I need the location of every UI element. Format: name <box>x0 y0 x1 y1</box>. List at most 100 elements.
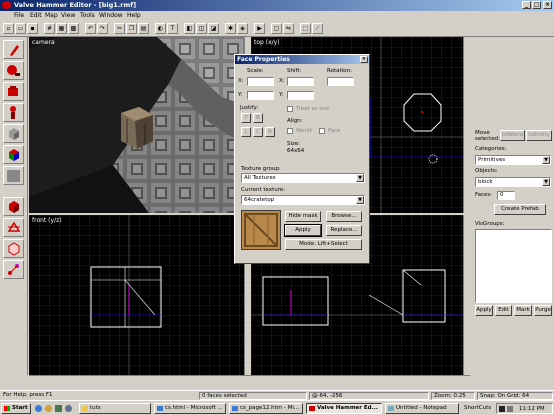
visgroups-list[interactable] <box>475 229 552 303</box>
justify-top-button[interactable]: T <box>241 113 251 123</box>
hide-mask-button[interactable]: Hide mask <box>285 211 321 222</box>
block-tool-icon[interactable] <box>3 124 24 143</box>
copy-icon[interactable]: ❐ <box>126 23 137 34</box>
folder-icon <box>82 406 88 411</box>
faces-input[interactable]: 0 <box>497 191 515 200</box>
undo-icon[interactable]: ↶ <box>85 23 96 34</box>
task-cs-page12[interactable]: cs_page12.htm - Mi... <box>229 403 303 414</box>
shift-x-input[interactable] <box>287 77 314 86</box>
magnify-tool-icon[interactable] <box>3 61 24 80</box>
to-world-button[interactable]: toWorld <box>500 130 525 141</box>
camera-tool-icon[interactable] <box>3 82 24 101</box>
justify-right-button[interactable]: R <box>265 127 275 137</box>
group-icon[interactable]: ◫ <box>196 23 207 34</box>
tie-to-entity-icon[interactable]: ✱ <box>225 23 236 34</box>
quicklaunch-desktop-icon[interactable] <box>55 405 62 412</box>
world-checkbox[interactable] <box>287 128 293 134</box>
flip-icon[interactable]: ⇋ <box>283 23 294 34</box>
coords-status: @-64, -256 <box>309 392 429 400</box>
entity-tool-icon[interactable] <box>3 103 24 122</box>
to-entity-button[interactable]: toEntity <box>526 130 552 141</box>
front-hscroll[interactable] <box>29 375 251 383</box>
menu-window[interactable]: Window <box>99 12 123 19</box>
menu-view[interactable]: View <box>61 12 75 19</box>
task-tuts[interactable]: tuts <box>79 403 151 414</box>
selection-tool-icon[interactable] <box>3 40 24 59</box>
compile-icon[interactable]: ▶ <box>254 23 265 34</box>
visgroup-purge-button[interactable]: Purge <box>534 305 552 316</box>
dialog-close-button[interactable]: × <box>360 56 368 63</box>
shortcuts-label[interactable]: ShortCuts <box>464 405 491 411</box>
side-vscroll[interactable] <box>463 215 470 375</box>
menu-help[interactable]: Help <box>127 12 141 19</box>
visgroup-apply-button[interactable]: Apply <box>475 305 493 316</box>
select-icon[interactable]: ⬚ <box>300 23 311 34</box>
browse-button[interactable]: Browse... <box>326 211 362 222</box>
create-prefab-button[interactable]: Create Prefab <box>494 204 546 215</box>
replace-button[interactable]: Replace... <box>326 225 362 236</box>
menu-edit[interactable]: Edit <box>30 12 42 19</box>
carve-icon[interactable]: ◧ <box>184 23 195 34</box>
texture-group-select[interactable]: All Textures ▼ <box>241 173 365 183</box>
scale-x-input[interactable] <box>247 77 274 86</box>
objects-select[interactable]: block ▼ <box>475 177 551 187</box>
objects-value: block <box>478 179 493 185</box>
close-button[interactable]: × <box>543 1 552 9</box>
new-icon[interactable]: ▫ <box>3 23 14 34</box>
justify-left-button[interactable]: L <box>241 127 251 137</box>
menu-file[interactable]: File <box>14 12 24 19</box>
tray-icon[interactable] <box>499 406 505 412</box>
apply-texture-icon[interactable] <box>3 166 24 185</box>
visgroup-edit-button[interactable]: Edit <box>495 305 512 316</box>
ungroup-icon[interactable]: ◪ <box>208 23 219 34</box>
quicklaunch-outlook-icon[interactable] <box>45 405 52 412</box>
hollow-icon[interactable]: ▢ <box>271 23 282 34</box>
grid-larger-icon[interactable]: ▩ <box>68 23 79 34</box>
decal-tool-icon[interactable] <box>3 197 24 216</box>
treat-as-one-checkbox[interactable] <box>287 106 293 112</box>
save-icon[interactable]: ▪ <box>27 23 38 34</box>
clip-tool-icon[interactable] <box>3 218 24 237</box>
volume-icon[interactable] <box>507 406 513 412</box>
quicklaunch-media-icon[interactable] <box>65 405 72 412</box>
texture-tool-icon[interactable] <box>3 145 24 164</box>
apply-button[interactable]: Apply <box>284 224 322 237</box>
move-to-world-icon[interactable]: ◈ <box>237 23 248 34</box>
justify-center-button[interactable]: C <box>253 127 263 137</box>
maximize-button[interactable]: □ <box>532 1 541 9</box>
scale-y-input[interactable] <box>247 91 274 100</box>
face-checkbox[interactable] <box>319 128 325 134</box>
cut-icon[interactable]: ✂ <box>114 23 125 34</box>
minimize-button[interactable]: _ <box>522 1 531 9</box>
mode-button[interactable]: Mode: Lift+Select <box>285 239 362 250</box>
texture-lock-icon[interactable]: T <box>167 23 178 34</box>
justify-bottom-button[interactable]: B <box>253 113 263 123</box>
paste-icon[interactable]: ▤ <box>138 23 149 34</box>
task-hammer[interactable]: Valve Hammer Ed... <box>306 403 382 414</box>
start-button[interactable]: Start <box>1 403 31 414</box>
redo-icon[interactable]: ↷ <box>97 23 108 34</box>
rotation-input[interactable] <box>327 77 354 86</box>
front-viewport[interactable]: front (y/z) <box>29 215 244 375</box>
visgroups-label: VisGroups: <box>475 221 505 227</box>
task-notepad[interactable]: Untitled - Notepad <box>385 403 459 414</box>
side-hscroll[interactable] <box>251 375 470 383</box>
camera-viewport[interactable]: camera <box>29 37 249 213</box>
visgroup-mark-button[interactable]: Mark <box>514 305 532 316</box>
task-cs-html[interactable]: cs.html - Microsoft ... <box>154 403 226 414</box>
grid-toggle-icon[interactable]: # <box>44 23 55 34</box>
grid-smaller-icon[interactable]: ▦ <box>56 23 67 34</box>
menu-map[interactable]: Map <box>45 12 58 19</box>
open-icon[interactable]: ▭ <box>15 23 26 34</box>
menu-tools[interactable]: Tools <box>80 12 95 19</box>
categories-select[interactable]: Primitives ▼ <box>475 155 551 165</box>
path-tool-icon[interactable] <box>3 260 24 279</box>
hide-icon[interactable]: ◐ <box>155 23 166 34</box>
clock: 11:12 PM <box>519 406 545 412</box>
quicklaunch-ie-icon[interactable] <box>35 405 42 412</box>
vertex-tool-icon[interactable] <box>3 239 24 258</box>
current-texture-select[interactable]: 64cratetop ▼ <box>241 195 365 205</box>
shift-y-input[interactable] <box>287 91 314 100</box>
clip-icon[interactable]: ⟋ <box>312 23 323 34</box>
top-vscroll[interactable] <box>463 37 470 213</box>
